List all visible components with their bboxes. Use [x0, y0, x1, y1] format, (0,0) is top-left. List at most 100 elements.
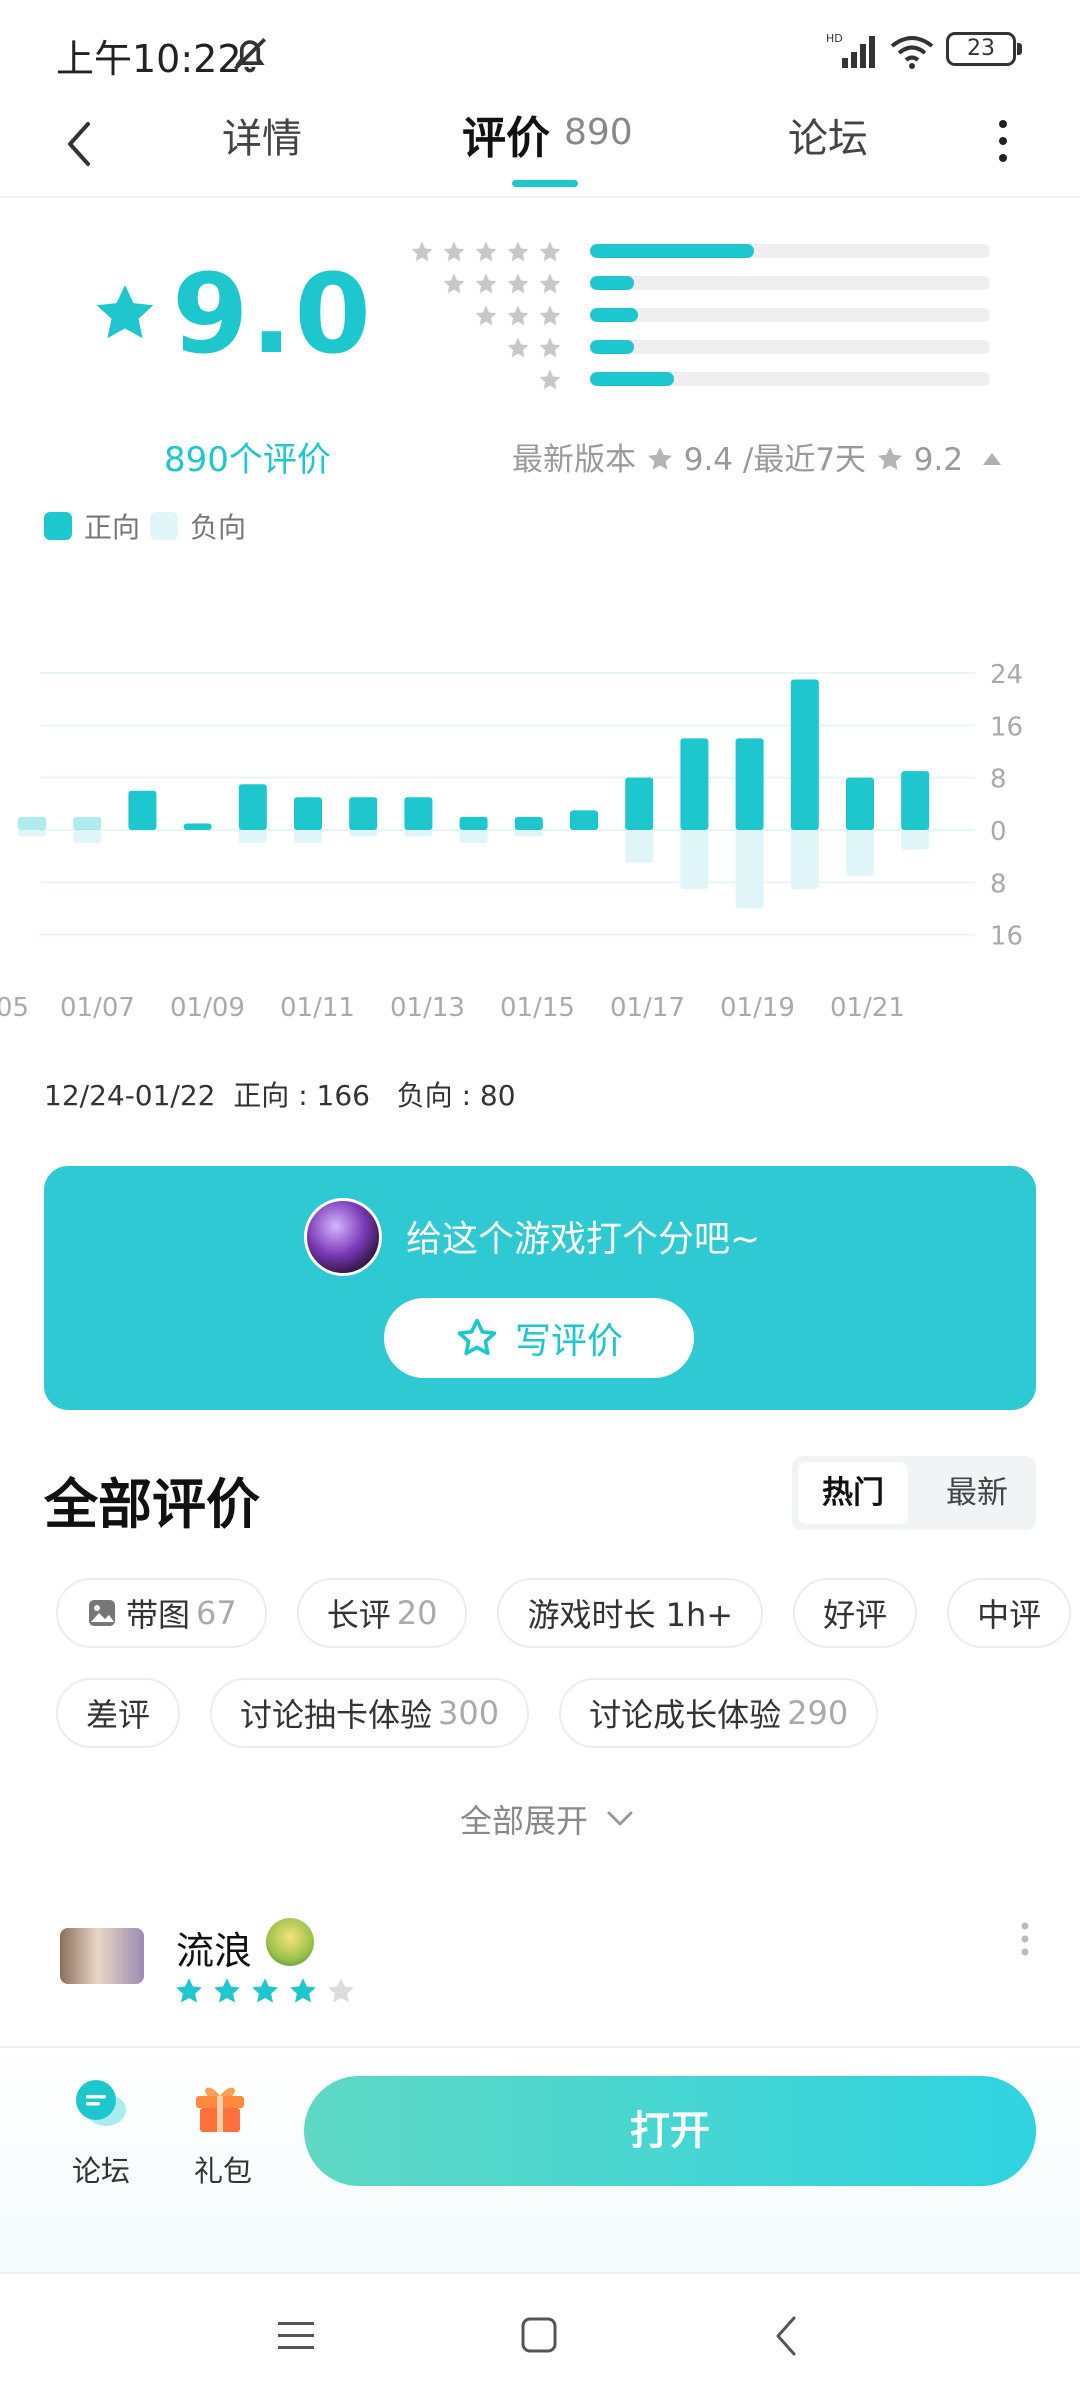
distribution-bar-fill [590, 308, 638, 322]
chart-bar-negative[interactable] [404, 830, 433, 837]
filter-tag[interactable]: 讨论抽卡体验 300 [210, 1678, 530, 1748]
filter-tag[interactable]: 长评 20 [296, 1578, 468, 1648]
filter-tag[interactable]: 讨论成长体验 290 [559, 1678, 879, 1748]
chart-bar-negative[interactable] [790, 830, 819, 889]
status-time: 上午10:22 [56, 37, 242, 81]
review-more-icon[interactable] [1020, 1920, 1030, 1958]
star-icon [507, 337, 529, 358]
filter-tag-label: 带图 [126, 1596, 191, 1634]
filter-tag[interactable]: 差评 [56, 1678, 181, 1748]
star-icon [328, 1978, 354, 2003]
chart-bar-positive[interactable] [294, 797, 322, 830]
top-nav: 详情 评价 890 论坛 [0, 96, 1080, 198]
distribution-stars [410, 240, 562, 264]
chart-bar-positive[interactable] [846, 777, 874, 830]
filter-tag-label: 长评 [326, 1596, 391, 1634]
tab-forum[interactable]: 论坛 [788, 106, 868, 164]
chart-x-tick-label: 01/13 [390, 993, 465, 1020]
chart-x-tick-label: 01/21 [830, 993, 905, 1020]
write-review-label: 写评价 [514, 1321, 623, 1362]
star-icon [475, 305, 497, 326]
gift-icon[interactable] [190, 2078, 250, 2134]
chart-bar-positive[interactable] [570, 810, 598, 830]
reviewer-name[interactable]: 流浪 [176, 1920, 252, 1975]
chart-bar-positive[interactable] [128, 790, 157, 830]
bell-off-icon [234, 38, 266, 73]
chart-bar-positive[interactable] [404, 797, 433, 830]
filter-tag[interactable]: 中评 [947, 1578, 1072, 1648]
chart-bar-negative[interactable] [846, 830, 874, 876]
distribution-row-4-star [392, 272, 992, 296]
sort-new-button[interactable]: 最新 [922, 1462, 1032, 1524]
forum-label[interactable]: 论坛 [72, 2148, 130, 2190]
chart-bar-negative[interactable] [680, 830, 709, 889]
chart-bar-negative[interactable] [18, 830, 46, 837]
tab-review[interactable]: 评价 [462, 102, 550, 166]
chart-bar-negative[interactable] [349, 830, 378, 837]
chart-bar-positive[interactable] [680, 738, 709, 830]
chart-bar-positive[interactable] [735, 738, 764, 830]
active-tab-indicator [512, 180, 578, 187]
expand-all-button[interactable]: 全部展开 [460, 1796, 634, 1842]
chart-bar-negative[interactable] [514, 830, 543, 837]
chart-y-tick-label: 24 [990, 660, 1023, 690]
chart-bar-positive[interactable] [625, 777, 654, 830]
tab-review-count: 890 [564, 112, 633, 153]
chart-bar-positive[interactable] [238, 784, 267, 830]
more-options-icon[interactable] [996, 114, 1010, 168]
reviewer-rating [174, 1976, 356, 2006]
filter-tag-label: 游戏时长 1h+ [527, 1596, 734, 1634]
chart-bar-positive[interactable] [18, 816, 46, 830]
filter-tag-label: 差评 [86, 1696, 151, 1734]
system-back-icon[interactable] [774, 2314, 798, 2358]
chart-bar-positive[interactable] [183, 823, 212, 830]
filter-tag[interactable]: 游戏时长 1h+ [497, 1578, 764, 1648]
image-icon [89, 1600, 115, 1626]
tab-detail[interactable]: 详情 [222, 106, 302, 164]
chart-bar-negative[interactable] [73, 830, 102, 844]
chart-bar-positive[interactable] [790, 679, 819, 830]
chart-bar-negative[interactable] [459, 830, 488, 844]
star-icon [443, 241, 465, 262]
distribution-row-2-star [392, 336, 992, 360]
chart-bar-positive[interactable] [514, 816, 543, 830]
home-icon[interactable] [520, 2316, 558, 2354]
version-rating-line[interactable]: 最新版本 9.4 /最近7天 9.2 [512, 434, 1001, 479]
distribution-bar-fill [590, 244, 754, 258]
chart-bar-positive[interactable] [349, 797, 378, 830]
chart-bar-positive[interactable] [459, 816, 488, 830]
chart-bar-negative[interactable] [901, 830, 930, 850]
open-game-button[interactable]: 打开 [304, 2076, 1036, 2186]
forum-icon[interactable] [70, 2076, 130, 2132]
chart-bar-negative[interactable] [294, 830, 322, 844]
chart-bar-negative[interactable] [625, 830, 654, 863]
review-count: 890个评价 [164, 440, 331, 480]
reviewer-badge-icon [266, 1918, 314, 1966]
gift-label[interactable]: 礼包 [194, 2148, 252, 2190]
star-icon [290, 1978, 316, 2003]
recent-apps-icon[interactable] [276, 2318, 316, 2354]
filter-tag[interactable]: 带图 67 [56, 1578, 267, 1648]
chart-bar-negative[interactable] [238, 830, 267, 844]
star-icon [539, 273, 561, 294]
star-icon [475, 273, 497, 294]
chart-x-tick-label: 01/19 [720, 993, 795, 1020]
distribution-bar-fill [590, 372, 674, 386]
latest-version-label: 最新版本 [512, 442, 636, 478]
distribution-bar-track [590, 372, 990, 386]
chart-bar-positive[interactable] [901, 771, 930, 830]
rate-game-card: 给这个游戏打个分吧~ 写评价 [44, 1166, 1036, 1410]
chart-bar-negative[interactable] [735, 830, 764, 909]
write-review-button[interactable]: 写评价 [384, 1298, 694, 1378]
reviewer-avatar[interactable] [60, 1928, 144, 1984]
distribution-row-5-star [392, 240, 992, 264]
chart-bar-positive[interactable] [73, 816, 102, 830]
chevron-down-icon [607, 1811, 633, 1826]
chart-x-tick-label: 05 [0, 993, 29, 1020]
star-icon [539, 305, 561, 326]
sort-hot-button[interactable]: 热门 [798, 1462, 908, 1524]
review-trend-chart[interactable]: 24 16 8 0 8 16 05 01/07 01/09 01/11 01/13 01/15 01/1… [0, 580, 1080, 1020]
filter-tag[interactable]: 好评 [793, 1578, 918, 1648]
rate-prompt: 给这个游戏打个分吧~ [406, 1219, 761, 1260]
back-icon[interactable] [58, 114, 98, 174]
